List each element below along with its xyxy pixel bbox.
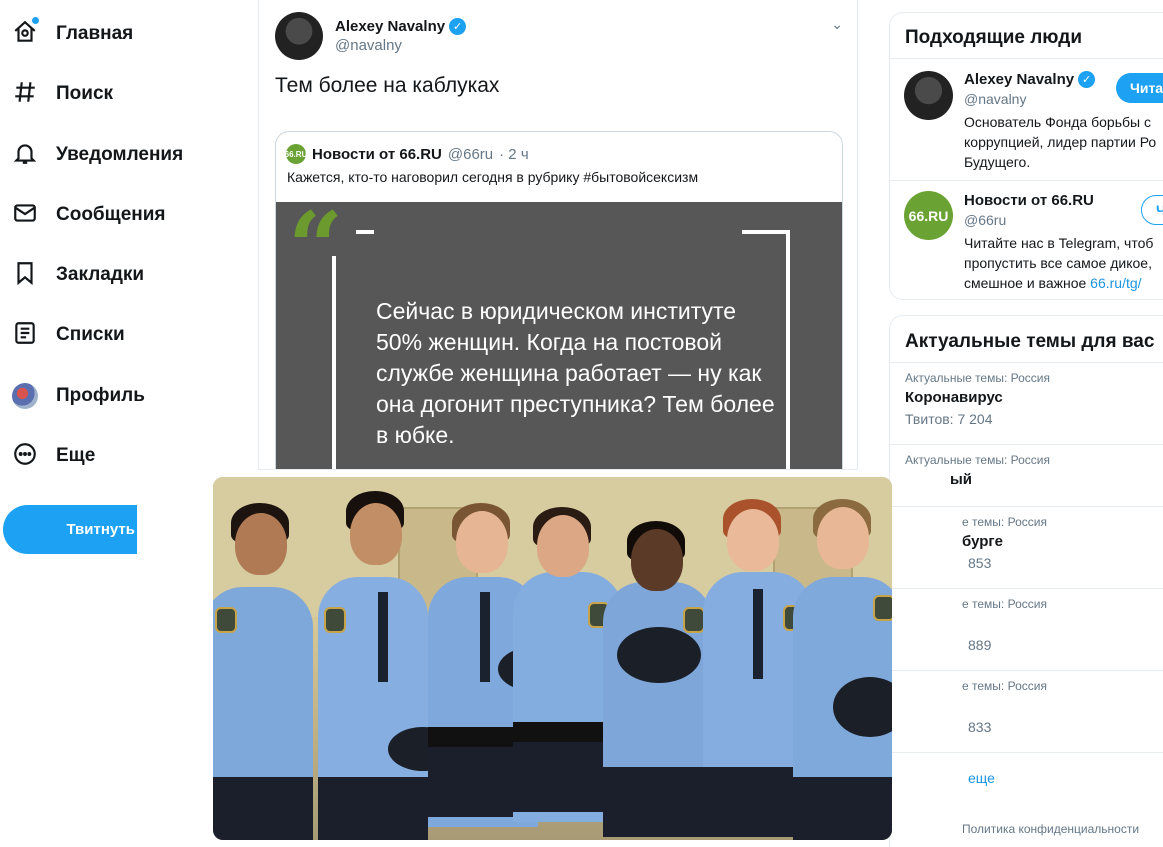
frame-line	[786, 230, 790, 469]
officers-photo	[213, 477, 892, 840]
officer-figure	[318, 477, 458, 840]
trend-name: ый	[950, 471, 973, 488]
user-name[interactable]: Новости от 66.RU	[964, 192, 1094, 209]
show-more-row: еще	[890, 752, 1163, 832]
trend-context: е темы: Россия	[962, 597, 1047, 611]
tweet-header: Alexey Navalny ✓ @navalny	[275, 12, 467, 60]
user-name-row: Alexey Navalny ✓	[964, 71, 1096, 88]
show-more-link[interactable]: еще	[968, 770, 995, 786]
nav-item-lists[interactable]: Списки	[12, 315, 125, 355]
trend-context: Актуальные темы: Россия	[905, 371, 1051, 385]
officer-figure	[793, 477, 892, 840]
nav-item-messages[interactable]: Сообщения	[12, 195, 166, 235]
list-icon	[12, 320, 38, 351]
trend-context: е темы: Россия	[962, 515, 1047, 529]
suggested-user[interactable]: 66.RU Новости от 66.RU @66ru Читайте нас…	[890, 180, 1163, 299]
twitter-page: Главная Поиск Уведомления Сообщения Закл…	[0, 0, 1163, 847]
quoted-time: · 2 ч	[499, 145, 529, 163]
nav-item-search[interactable]: Поиск	[12, 74, 113, 114]
quoted-tweet-text: Кажется, кто-то наговорил сегодня в рубр…	[287, 169, 699, 185]
quoted-author-handle[interactable]: @66ru	[448, 146, 493, 163]
hashtag-icon	[12, 79, 38, 110]
bell-icon	[12, 140, 38, 171]
trend-count: 833	[968, 719, 992, 735]
trends-card: Актуальные темы для вас Актуальные темы:…	[889, 315, 1163, 847]
officer-figure	[603, 477, 713, 840]
nav-item-profile[interactable]: Профиль	[12, 376, 145, 416]
nav-item-home[interactable]: Главная	[12, 14, 133, 54]
66ru-logo: 66.RU	[285, 144, 307, 164]
bio-link[interactable]: 66.ru/tg/	[1090, 275, 1141, 291]
trend-item[interactable]: Актуальные темы: Россия Коронавирус Твит…	[890, 362, 1163, 444]
nav-item-more[interactable]: Еще	[12, 436, 95, 476]
card-title: Актуальные темы для вас	[905, 331, 1155, 352]
trend-item[interactable]: е темы: Россия бурге 853	[890, 506, 1163, 588]
trend-name: Коронавирус	[905, 389, 1003, 406]
trend-count: 853	[968, 555, 992, 571]
nav-label: Сообщения	[56, 204, 166, 225]
quoted-author-name[interactable]: Новости от 66.RU	[312, 146, 442, 163]
tweet-author-handle[interactable]: @navalny	[335, 37, 466, 54]
notification-dot	[32, 16, 39, 24]
avatar[interactable]	[275, 12, 323, 60]
frame-line	[742, 230, 790, 234]
nav-label: Списки	[56, 324, 125, 345]
quoted-tweet-header: 66.RU Новости от 66.RU @66ru · 2 ч	[285, 144, 529, 164]
trend-name: бурге	[962, 533, 1003, 550]
nav-item-bookmarks[interactable]: Закладки	[12, 255, 144, 295]
trend-item[interactable]: е темы: Россия 889	[890, 588, 1163, 670]
trend-count: 889	[968, 637, 992, 653]
user-bio: Читайте нас в Telegram, чтоб пропустить …	[964, 233, 1163, 293]
nav-label: Закладки	[56, 264, 145, 285]
user-name[interactable]: Alexey Navalny	[964, 71, 1074, 88]
chevron-down-icon[interactable]: ⌄	[831, 16, 843, 33]
frame-line	[332, 256, 336, 469]
user-handle: @navalny	[964, 91, 1027, 107]
66ru-logo[interactable]: 66.RU	[904, 191, 953, 240]
avatar[interactable]	[904, 71, 953, 120]
who-to-follow-card: Подходящие люди Alexey Navalny ✓ @navaln…	[889, 12, 1163, 300]
tweet[interactable]: Alexey Navalny ✓ @navalny ⌄ Тем более на…	[258, 0, 858, 470]
verified-icon: ✓	[449, 18, 467, 35]
suggested-user[interactable]: Alexey Navalny ✓ @navalny Основатель Фон…	[890, 58, 1163, 180]
user-handle: @66ru	[964, 212, 1007, 228]
nav-label: Поиск	[56, 83, 114, 104]
tweet-text: Тем более на каблуках	[275, 74, 500, 97]
trend-context: е темы: Россия	[962, 679, 1047, 693]
tweet-button[interactable]: Твитнуть	[3, 505, 137, 554]
trend-item[interactable]: Актуальные темы: Россия ый	[890, 444, 1163, 506]
quote-card-text: Сейчас в юридическом институте 50% женщи…	[376, 298, 775, 448]
user-bio: Основатель Фонда борьбы с коррупцией, ли…	[964, 114, 1157, 170]
follow-button[interactable]: Чита	[1116, 73, 1163, 103]
tweet-author-name[interactable]: Alexey Navalny	[335, 18, 445, 35]
follow-button[interactable]: Ч	[1141, 195, 1163, 225]
frame-line	[356, 230, 374, 234]
mail-icon	[12, 200, 38, 231]
nav-label: Уведомления	[56, 144, 184, 165]
nav-item-notifications[interactable]: Уведомления	[12, 135, 183, 175]
officer-figure	[213, 477, 323, 840]
left-nav: Главная Поиск Уведомления Сообщения Закл…	[0, 0, 240, 847]
bookmark-icon	[12, 260, 38, 291]
card-title: Подходящие люди	[905, 27, 1083, 48]
avatar	[12, 383, 38, 409]
more-icon	[12, 441, 38, 472]
verified-icon: ✓	[1078, 71, 1096, 88]
trend-count: Твитов: 7 204	[905, 411, 993, 427]
trend-item[interactable]: е темы: Россия 833	[890, 670, 1163, 752]
quoted-tweet[interactable]: 66.RU Новости от 66.RU @66ru · 2 ч Кажет…	[275, 131, 843, 469]
nav-label: Еще	[56, 445, 96, 466]
nav-label: Профиль	[56, 385, 145, 406]
quote-card-image[interactable]: “ Сейчас в юридическом институте 50% жен…	[276, 200, 842, 469]
home-icon	[12, 16, 39, 50]
privacy-link[interactable]: Политика конфиденциальности	[962, 822, 1139, 836]
trend-context: Актуальные темы: Россия	[905, 453, 1051, 467]
nav-label: Главная	[56, 23, 134, 44]
